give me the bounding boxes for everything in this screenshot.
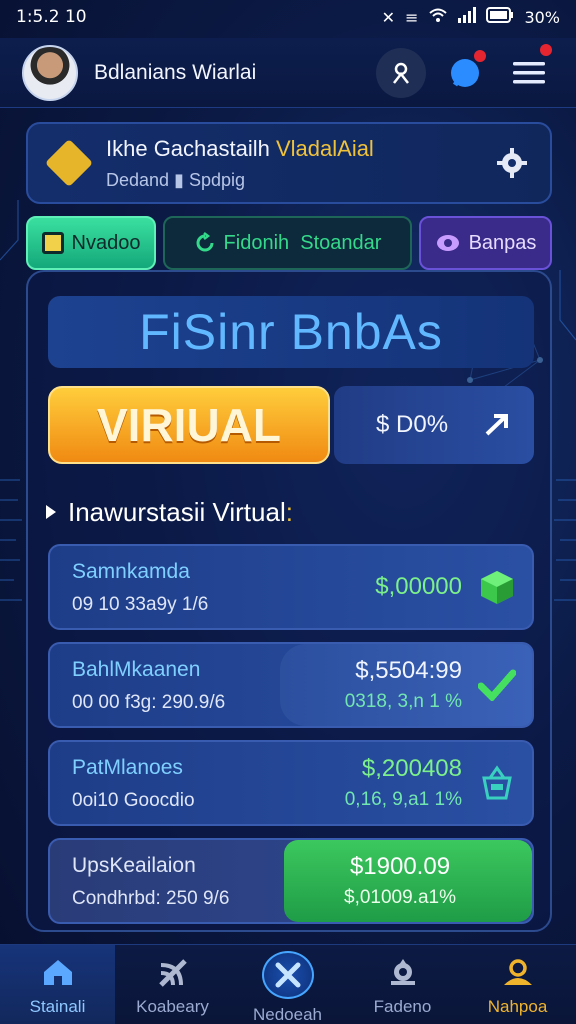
status-time: 1:5.2 10 <box>16 7 87 27</box>
category-tabs: Nvadoo Fidonih Stoandar Banpas <box>26 216 552 270</box>
list-item-change: 0,16, 9,a1 1% <box>344 789 462 810</box>
nav-label: Koabeary <box>136 997 209 1016</box>
home-icon <box>43 960 72 985</box>
percent-value: $ D0% <box>376 411 449 438</box>
nav-label: Nedoeah <box>252 1005 322 1024</box>
signal-bars-icon <box>458 7 477 27</box>
list-item-detail: 09 10 33a9y 1/6 <box>72 594 209 615</box>
list-item-name: UpsKeailaion <box>72 854 196 877</box>
list-item-amount: $,200408 <box>361 755 462 782</box>
list-item-values: $,200408 0,16, 9,a1 1% <box>345 755 462 811</box>
list-item[interactable]: BahlMkaanen 00 00 f3g: 290.9/6 $,5504:99… <box>48 642 534 728</box>
section-title: Inawurstasii Virtual <box>68 496 286 527</box>
vibrate-icon: ≡ <box>405 7 419 27</box>
hero-title: FiSinr BnbAs <box>48 296 534 368</box>
list-item-info: BahlMkaanen 00 00 f3g: 290.9/6 <box>72 658 225 714</box>
tab-label: Fidonih Stoandar <box>223 231 382 254</box>
basket-icon <box>478 764 516 802</box>
nav-item-nedoeah[interactable]: Nedoeah <box>230 945 345 1024</box>
promo-title-main: Ikhe Gachastailh <box>106 135 276 161</box>
tab-banpas[interactable]: Banpas <box>419 216 552 270</box>
status-icons: ✕ ≡ 30% <box>382 7 560 27</box>
cube-icon <box>478 568 516 606</box>
list-item-detail: 00 00 f3g: 290.9/6 <box>72 692 226 713</box>
list-item-info: Samnkamda 09 10 33a9y 1/6 <box>72 560 208 616</box>
list-item-amount: $1900.09 <box>349 853 451 880</box>
refresh-icon <box>196 232 214 252</box>
gear-icon <box>497 148 527 178</box>
mute-icon: ✕ <box>381 7 396 27</box>
promo-text: Ikhe Gachastailh VladalAial Dedand ▮ Spd… <box>106 136 492 191</box>
diamond-icon <box>44 138 94 188</box>
nav-item-nahpoa[interactable]: Nahpoa <box>460 945 575 1024</box>
list-item-value: $1900.09 $,01009.a1% <box>284 840 532 922</box>
wifi-icon <box>428 7 448 27</box>
virtual-badge[interactable]: VIRIUAL <box>48 386 330 464</box>
list-item-name: BahlMkaanen <box>72 658 201 681</box>
tools-icon <box>261 951 314 999</box>
menu-icon <box>513 61 545 83</box>
signal-icon <box>158 959 187 987</box>
list-item-info: UpsKeailaion Condhrbd: 250 9/6 <box>72 854 229 910</box>
nav-label: Fadeno <box>373 997 432 1016</box>
section-title-accent: : <box>285 496 293 527</box>
profile-button[interactable] <box>376 47 426 98</box>
list-item-info: PatMlanoes 0oi10 Goocdio <box>72 756 195 812</box>
chat-button[interactable] <box>440 48 490 98</box>
status-bar: 1:5.2 10 ✕ ≡ 30% <box>0 0 576 34</box>
list-item-values: $,00000 <box>375 573 462 601</box>
tab-nvadoo[interactable]: Nvadoo <box>26 216 156 270</box>
nav-item-home[interactable]: Stainali <box>0 945 115 1024</box>
list-item[interactable]: Samnkamda 09 10 33a9y 1/6 $,00000 <box>48 544 534 630</box>
person-icon <box>503 959 532 985</box>
percent-button[interactable]: $ D0% <box>334 386 534 464</box>
section-header: Inawurstasii Virtual: <box>46 492 293 532</box>
check-icon <box>478 666 516 704</box>
promo-title: Ikhe Gachastailh VladalAial <box>106 136 492 162</box>
square-icon <box>41 232 64 254</box>
list-item-values: $1900.09 $,01009.a1% <box>344 853 456 909</box>
tab-fidonih[interactable]: Fidonih Stoandar <box>163 216 412 270</box>
list-item-amount: $,5504:99 <box>355 657 462 684</box>
promo-title-accent: VladalAial <box>275 135 374 161</box>
list-item-name: PatMlanoes <box>72 756 183 779</box>
bottom-nav: Stainali Koabeary Nedoeah Fadeno Nahpoa <box>0 944 576 1024</box>
nav-item-fadeno[interactable]: Fadeno <box>345 945 460 1024</box>
list-item-detail: 0oi10 Goocdio <box>72 790 195 811</box>
caret-right-icon <box>46 505 56 519</box>
menu-notification-dot <box>540 43 552 56</box>
battery-icon <box>486 7 514 27</box>
profile-icon <box>393 62 409 84</box>
main-panel: FiSinr BnbAs VIRIUAL $ D0% Inawurstasii … <box>26 270 552 932</box>
tab-label: Banpas <box>468 231 537 254</box>
user-name: Bdlanians Wiarlai <box>94 60 257 84</box>
gear-icon <box>390 959 415 985</box>
gamepad-icon <box>436 235 459 251</box>
battery-percent: 30% <box>524 7 560 27</box>
promo-subtitle: Dedand ▮ Spdpig <box>106 169 246 190</box>
promo-settings-button[interactable] <box>492 143 532 183</box>
list-item-detail: Condhrbd: 250 9/6 <box>72 888 230 909</box>
promo-card[interactable]: Ikhe Gachastailh VladalAial Dedand ▮ Spd… <box>26 122 552 204</box>
list-item-name: Samnkamda <box>72 560 190 583</box>
notification-dot <box>474 49 486 62</box>
nav-item-koabeary[interactable]: Koabeary <box>115 945 230 1024</box>
list-item-amount: $,00000 <box>375 573 462 600</box>
arrow-right-icon <box>485 414 508 436</box>
list-item-change: 0318, 3,n 1 % <box>344 691 462 712</box>
tab-label: Nvadoo <box>71 231 141 254</box>
app-header: Bdlanians Wiarlai <box>0 38 576 108</box>
list-item-value: $,5504:99 0318, 3,n 1 % <box>280 644 532 726</box>
list-item-value: $,200408 0,16, 9,a1 1% <box>345 742 532 824</box>
menu-button[interactable] <box>504 43 554 98</box>
list-item-change: $,01009.a1% <box>344 887 456 908</box>
list-item-value: $,00000 <box>375 546 532 628</box>
list-item-values: $,5504:99 0318, 3,n 1 % <box>345 657 462 713</box>
avatar[interactable] <box>22 44 78 101</box>
nav-label: Nahpoa <box>487 997 548 1016</box>
nav-label: Stainali <box>29 997 86 1016</box>
list-item[interactable]: UpsKeailaion Condhrbd: 250 9/6 $1900.09 … <box>48 838 534 924</box>
list-item[interactable]: PatMlanoes 0oi10 Goocdio $,200408 0,16, … <box>48 740 534 826</box>
